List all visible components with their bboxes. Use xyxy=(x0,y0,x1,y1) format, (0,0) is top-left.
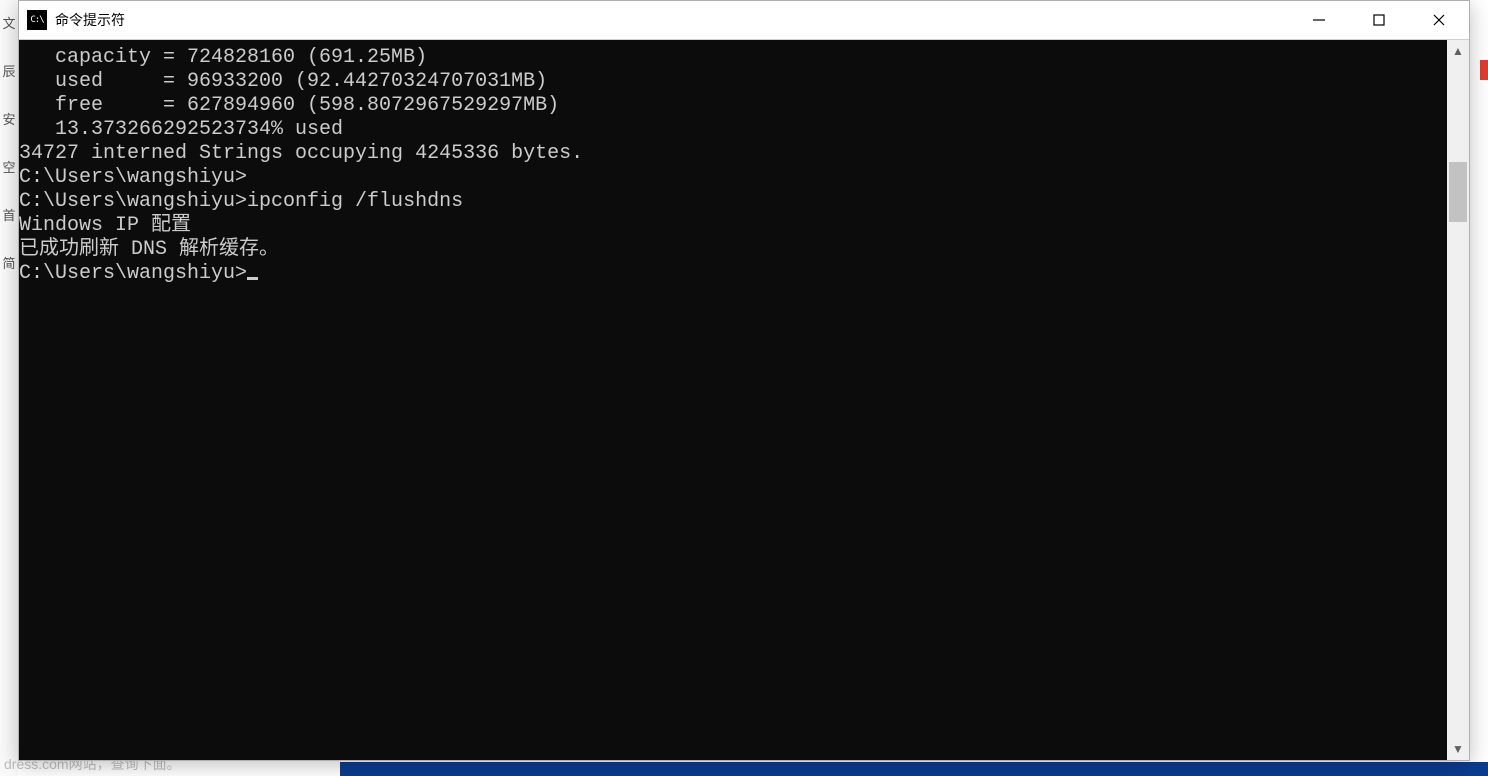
console-line: Windows IP 配置 xyxy=(19,214,1447,238)
console-line: 已成功刷新 DNS 解析缓存。 xyxy=(19,238,1447,262)
scrollbar-thumb[interactable] xyxy=(1449,162,1467,222)
close-button[interactable] xyxy=(1409,1,1469,39)
console-prompt-text: C:\Users\wangshiyu> xyxy=(19,262,247,285)
cursor-icon xyxy=(247,277,258,280)
titlebar[interactable]: C:\ 命令提示符 xyxy=(19,1,1469,40)
console-line: 34727 interned Strings occupying 4245336… xyxy=(19,142,1447,166)
console-line: free = 627894960 (598.8072967529297MB) xyxy=(19,94,1447,118)
console-line: 13.373266292523734% used xyxy=(19,118,1447,142)
close-icon xyxy=(1432,13,1446,27)
vertical-scrollbar[interactable]: ▲ ▼ xyxy=(1447,40,1469,760)
background-taskbar xyxy=(340,762,1488,776)
console-wrap: capacity = 724828160 (691.25MB) used = 9… xyxy=(19,40,1469,760)
console-line: C:\Users\wangshiyu>ipconfig /flushdns xyxy=(19,190,1447,214)
window-title: 命令提示符 xyxy=(55,10,125,30)
console-line: C:\Users\wangshiyu> xyxy=(19,166,1447,190)
console-prompt-line[interactable]: C:\Users\wangshiyu> xyxy=(19,262,1447,286)
maximize-button[interactable] xyxy=(1349,1,1409,39)
command-prompt-window: C:\ 命令提示符 capacity = 724828160 (691.25MB… xyxy=(18,0,1470,761)
minimize-button[interactable] xyxy=(1289,1,1349,39)
background-left-labels: 文 辰 安 空 首 简 xyxy=(0,0,18,776)
maximize-icon xyxy=(1372,13,1386,27)
command-prompt-icon: C:\ xyxy=(27,10,47,30)
scroll-up-arrow-icon[interactable]: ▲ xyxy=(1447,40,1469,62)
console-output[interactable]: capacity = 724828160 (691.25MB) used = 9… xyxy=(19,40,1447,760)
console-line: used = 96933200 (92.44270324707031MB) xyxy=(19,70,1447,94)
scrollbar-track[interactable] xyxy=(1447,62,1469,738)
console-line: capacity = 724828160 (691.25MB) xyxy=(19,46,1447,70)
minimize-icon xyxy=(1312,13,1326,27)
background-right-strip xyxy=(1480,60,1488,776)
scroll-down-arrow-icon[interactable]: ▼ xyxy=(1447,738,1469,760)
